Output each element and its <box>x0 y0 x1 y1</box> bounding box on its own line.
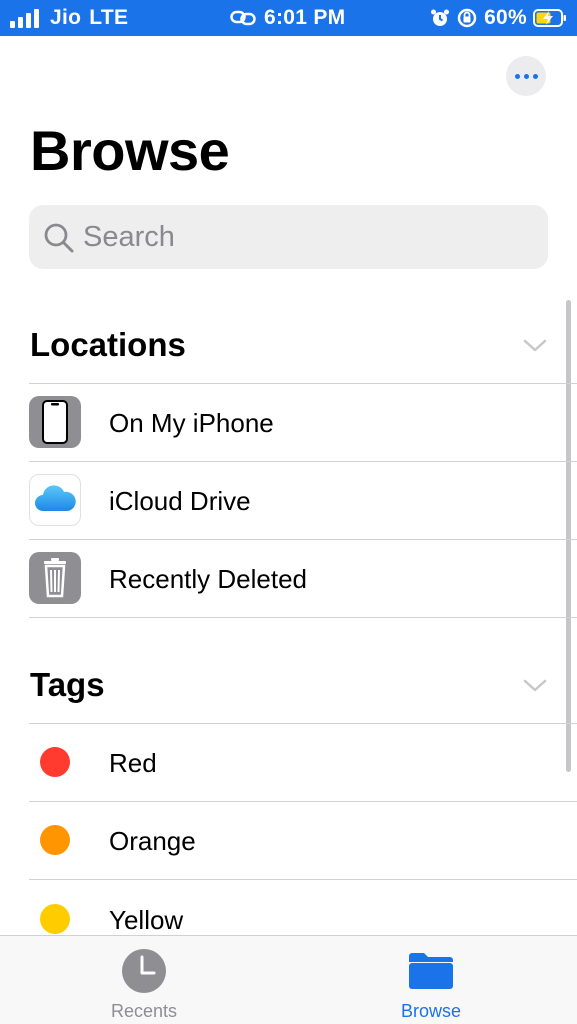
ellipsis-icon <box>514 73 520 79</box>
trash-icon <box>29 552 81 604</box>
yellow-dot-icon <box>40 904 70 934</box>
battery-percent: 60% <box>484 6 527 29</box>
tab-label: Recents <box>110 1001 178 1021</box>
alarm-icon <box>431 9 450 26</box>
locations-header[interactable]: Locations <box>30 320 548 370</box>
network-label: LTE <box>89 6 129 29</box>
rotation-lock-icon <box>457 8 477 28</box>
tab-bar: Recents Browse <box>0 935 577 1024</box>
orange-dot-icon <box>40 825 70 855</box>
tab-label: Browse <box>400 1001 462 1021</box>
tags-header[interactable]: Tags <box>30 660 548 710</box>
search-bar[interactable] <box>29 205 548 269</box>
search-icon <box>44 223 74 253</box>
location-recently-deleted[interactable]: Recently Deleted <box>0 540 577 618</box>
iphone-icon <box>29 396 81 448</box>
location-label: Recently Deleted <box>109 563 307 594</box>
location-on-my-iphone[interactable]: On My iPhone <box>0 384 577 462</box>
icloud-icon <box>29 474 81 526</box>
clock-time: 6:01 PM <box>264 6 346 29</box>
folder-icon <box>409 953 453 989</box>
link-icon <box>230 10 256 26</box>
tag-red[interactable]: Red <box>0 724 577 802</box>
battery-charging-icon <box>533 9 566 27</box>
tag-orange[interactable]: Orange <box>0 802 577 880</box>
tab-browse[interactable]: Browse <box>331 936 531 1024</box>
chevron-down-icon[interactable] <box>522 332 548 358</box>
more-options-button[interactable] <box>506 56 546 96</box>
location-label: On My iPhone <box>109 407 274 438</box>
tags-title: Tags <box>30 666 105 703</box>
location-icloud-drive[interactable]: iCloud Drive <box>0 462 577 540</box>
locations-title: Locations <box>30 326 186 363</box>
carrier-label: Jio <box>50 6 82 29</box>
divider <box>29 617 577 618</box>
red-dot-icon <box>40 747 70 777</box>
clock-icon <box>122 949 166 993</box>
signal-icon <box>10 9 39 28</box>
search-input[interactable] <box>83 205 523 269</box>
chevron-down-icon[interactable] <box>522 672 548 698</box>
status-bar: Jio LTE 6:01 PM 60% <box>0 0 577 36</box>
tag-label: Orange <box>109 825 196 856</box>
tag-label: Red <box>109 747 157 778</box>
tab-recents[interactable]: Recents <box>44 936 244 1024</box>
location-label: iCloud Drive <box>109 485 251 516</box>
page-title: Browse <box>30 119 230 182</box>
